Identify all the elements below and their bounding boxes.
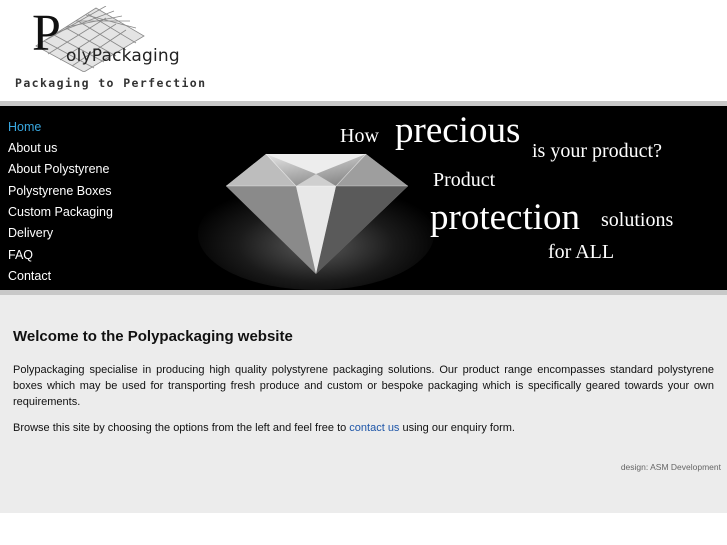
slogan-for-all: for ALL [548, 241, 615, 263]
nav-contact[interactable]: Contact [8, 269, 51, 283]
slogan-precious: precious [395, 110, 521, 151]
logo-name: olyPackaging [66, 46, 180, 66]
site-logo[interactable]: P olyPackaging Packaging to Perfection [12, 4, 205, 96]
contact-us-link[interactable]: contact us [349, 422, 399, 434]
design-credit: design: ASM Development [620, 462, 721, 472]
page-title: Welcome to the Polypackaging website [13, 328, 293, 345]
nav-faq[interactable]: FAQ [8, 248, 33, 262]
nav-polystyrene-boxes[interactable]: Polystyrene Boxes [8, 184, 112, 198]
slogan-your-product: is your product? [532, 140, 662, 162]
intro-paragraph: Polypackaging specialise in producing hi… [13, 364, 714, 408]
logo-tagline: Packaging to Perfection [15, 76, 207, 90]
nav-home[interactable]: Home [8, 120, 41, 134]
browse-text-before: Browse this site by choosing the options… [13, 422, 350, 434]
slogan-protection: protection [430, 197, 581, 238]
main-nav: Home About us About Polystyrene Polystyr… [0, 106, 200, 290]
nav-delivery[interactable]: Delivery [8, 226, 53, 240]
nav-about-us[interactable]: About us [8, 141, 57, 155]
hero-banner: Home About us About Polystyrene Polystyr… [0, 106, 727, 290]
slogan-product: Product [433, 169, 496, 191]
browse-text-after: using our enquiry form. [399, 422, 515, 434]
main-content: Welcome to the Polypackaging website Pol… [0, 295, 727, 513]
logo-initial: P [32, 5, 61, 62]
site-header: P olyPackaging Packaging to Perfection [0, 0, 727, 101]
browse-paragraph: Browse this site by choosing the options… [13, 420, 714, 436]
nav-about-polystyrene[interactable]: About Polystyrene [8, 162, 109, 176]
slogan-solutions: solutions [601, 209, 674, 231]
slogan-how: How [340, 125, 379, 147]
nav-custom-packaging[interactable]: Custom Packaging [8, 205, 113, 219]
